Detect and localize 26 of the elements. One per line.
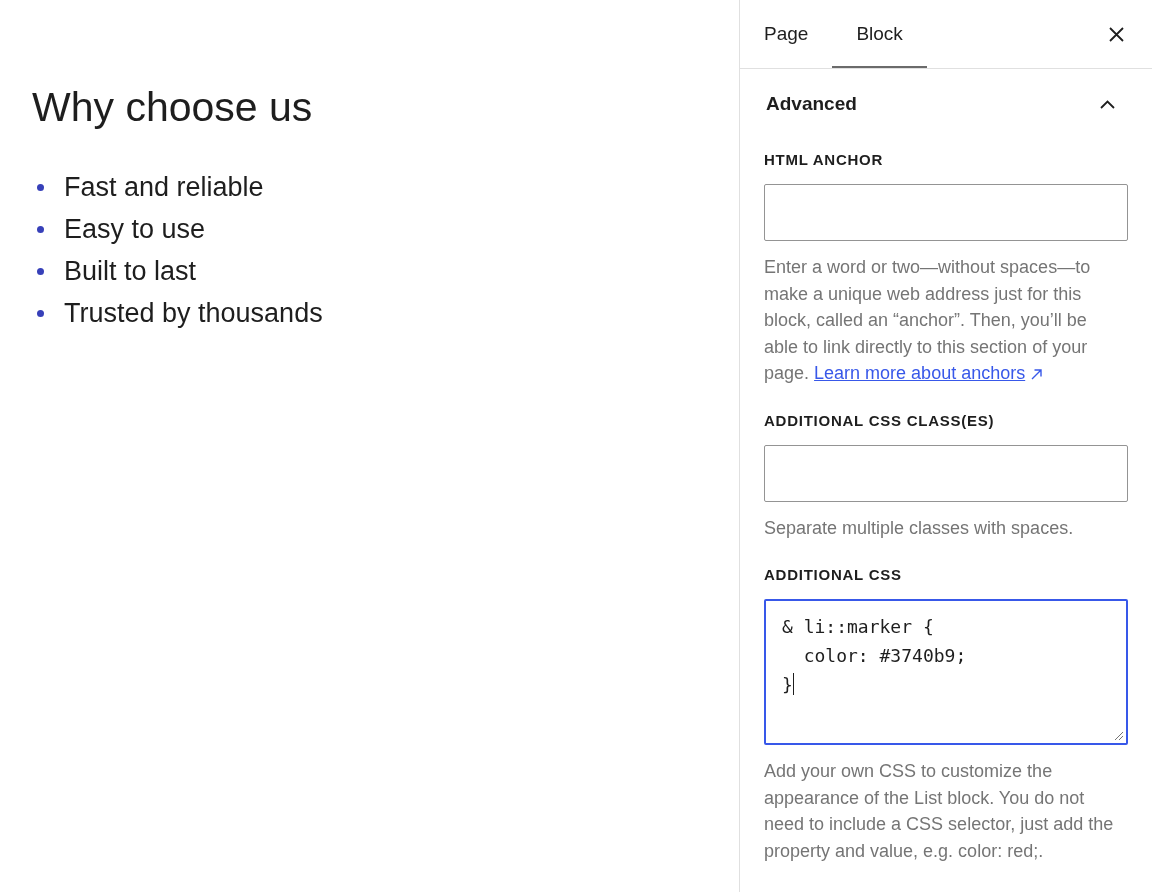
learn-more-link[interactable]: Learn more about anchors [814,363,1043,383]
panel-toggle[interactable]: Advanced [764,93,1128,115]
code-textarea-field[interactable]: & li::marker { color: #3740b9; } [764,599,1128,745]
text-cursor [792,673,794,695]
bullet-icon [37,267,44,275]
help-text: Separate multiple classes with spaces. [764,516,1075,540]
help-text: Enter a word or two—without spaces—to make a unique web address just for this block, called an “anchor”. Then, you’ll be able to link directly to this section of your page. Learn more about anchors [764,256,1092,385]
help-text: Add your own CSS to customize the appearance of the List block. You do not need to include a CSS selector, just add the property and value, e.g. color: red;. [764,760,1115,863]
bullet-icon [37,225,44,233]
sidebar-tab[interactable]: Page [740,0,833,68]
text-input-field[interactable] [764,184,1128,241]
list-item-text: Easy to use [64,213,206,245]
bullet-icon [37,183,44,191]
list-item-text: Fast and reliable [64,171,264,203]
list-item-text: Trusted by thousands [64,297,323,329]
resize-handle-icon[interactable] [1114,731,1123,740]
field-label: ADDITIONAL CSS [764,566,903,584]
text-input-field[interactable] [764,444,1128,502]
external-link-icon [1031,369,1043,380]
field-label: ADDITIONAL CSS CLASS(ES) [764,411,996,430]
close-icon [1108,26,1124,42]
field-label: HTML ANCHOR [764,151,885,169]
page-heading: Why choose us [32,83,314,131]
sidebar-tab[interactable]: Block [832,0,927,68]
bullet-icon [37,309,44,317]
list-item-text: Built to last [64,255,197,287]
